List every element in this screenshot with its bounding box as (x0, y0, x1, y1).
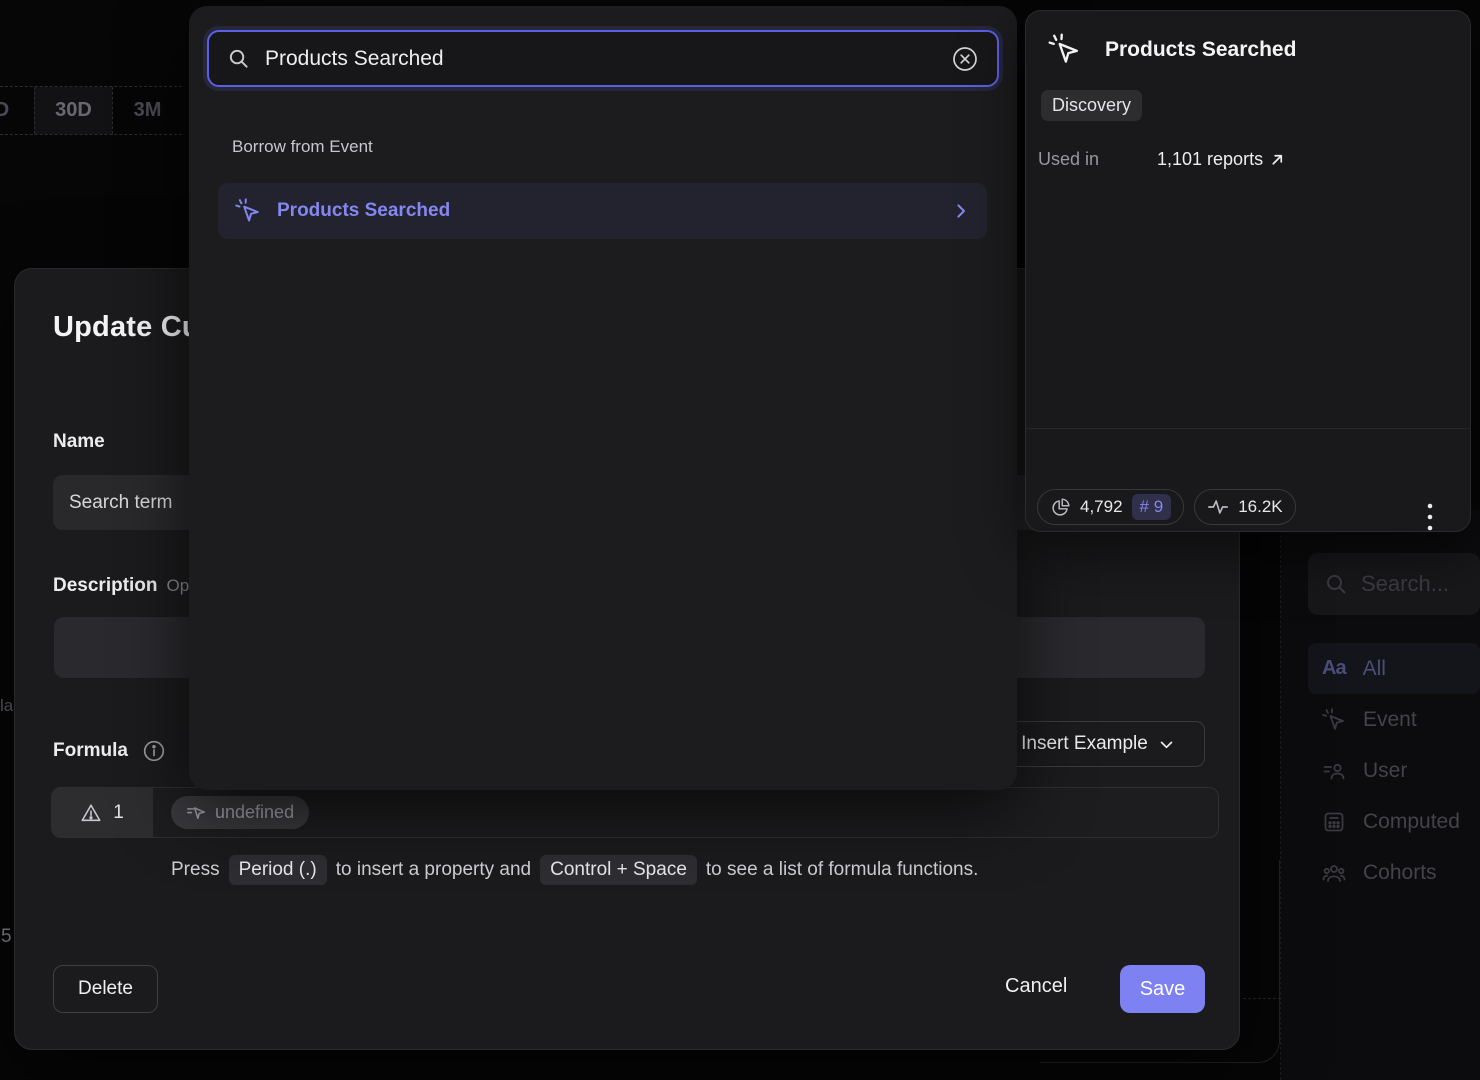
event-search-input[interactable] (265, 47, 936, 71)
hint-prefix: Press (171, 859, 220, 881)
formula-label: Formula (53, 740, 128, 762)
chevron-right-icon (952, 202, 970, 220)
event-icon (235, 198, 261, 224)
sidebar-item-user[interactable]: User (1308, 745, 1480, 796)
query-count-value: 4,792 (1080, 497, 1123, 517)
sidebar-item-label: Computed (1363, 810, 1460, 834)
formula-label-row: Formula (53, 739, 166, 763)
formula-input-row: 1 undefined (51, 787, 1219, 838)
hint-suffix: to see a list of formula functions. (706, 859, 978, 881)
event-result-row[interactable]: Products Searched (218, 183, 987, 239)
search-icon (1324, 572, 1348, 596)
category-badge: Discovery (1041, 90, 1142, 121)
rank-badge: # 9 (1132, 494, 1172, 520)
sidebar-item-cohorts[interactable]: Cohorts (1308, 847, 1480, 898)
formula-field[interactable]: undefined (153, 787, 1219, 838)
event-search-dropdown: Borrow from Event Products Searched (189, 6, 1017, 790)
volume-pill[interactable]: 16.2K (1194, 489, 1295, 525)
property-type-sidebar: Search... Aa All Event User (1281, 510, 1480, 1080)
formula-token-label: undefined (215, 802, 294, 823)
borrow-from-event-header: Borrow from Event (232, 137, 373, 157)
sidebar-item-event[interactable]: Event (1308, 694, 1480, 745)
clear-icon (951, 45, 979, 73)
aa-icon: Aa (1322, 657, 1346, 680)
description-label: Description (53, 575, 158, 597)
hint-middle: to insert a property and (336, 859, 531, 881)
formula-error-count: 1 (113, 802, 124, 824)
sidebar-filter-list: Aa All Event User (1308, 643, 1480, 898)
event-icon (1048, 33, 1081, 66)
background-axis-fragment: 5 (1, 926, 12, 948)
sidebar-item-label: Cohorts (1363, 861, 1437, 885)
search-icon (227, 47, 250, 70)
sidebar-item-label: Event (1363, 708, 1417, 732)
cohorts-icon (1322, 861, 1346, 885)
sidebar-item-computed[interactable]: Computed (1308, 796, 1480, 847)
background-gridline (1243, 998, 1281, 999)
event-result-label: Products Searched (277, 200, 936, 222)
event-card-title: Products Searched (1105, 38, 1296, 62)
name-label: Name (53, 431, 105, 453)
formula-hint: Press Period (.) to insert a property an… (171, 855, 978, 885)
sidebar-item-all[interactable]: Aa All (1308, 643, 1480, 694)
used-in-row: Used in 1,101 reports (1038, 149, 1285, 170)
modal-title: Update Cu (53, 311, 200, 344)
event-card-header: Products Searched (1048, 33, 1296, 66)
time-range-selector: D 30D 3M (0, 86, 182, 135)
warning-icon (80, 802, 102, 824)
formula-token-chip[interactable]: undefined (171, 796, 309, 829)
sidebar-item-label: User (1363, 759, 1407, 783)
chevron-down-icon (1158, 736, 1175, 753)
more-options-button[interactable] (1422, 497, 1438, 537)
time-range-30d[interactable]: 30D (34, 87, 112, 134)
event-icon (1322, 708, 1346, 732)
activity-icon (1207, 496, 1229, 518)
insert-example-button[interactable]: Insert Example (991, 721, 1205, 767)
user-icon (1322, 759, 1346, 783)
external-link-icon (1270, 152, 1285, 167)
time-range-3m[interactable]: 3M (112, 87, 182, 134)
insert-example-label: Insert Example (1021, 733, 1148, 755)
used-in-label: Used in (1038, 149, 1157, 170)
event-search-box (207, 30, 999, 87)
computed-icon (1322, 810, 1346, 834)
query-count-pill[interactable]: 4,792 # 9 (1037, 489, 1184, 525)
cancel-button[interactable]: Cancel (1005, 975, 1067, 998)
used-in-reports-link[interactable]: 1,101 reports (1157, 149, 1285, 170)
pie-chart-icon (1050, 497, 1071, 518)
clear-search-button[interactable] (951, 45, 979, 73)
info-icon[interactable] (142, 739, 166, 763)
kebab-icon (1426, 501, 1434, 533)
kbd-period: Period (.) (229, 855, 327, 885)
sidebar-item-label: All (1363, 657, 1386, 681)
volume-value: 16.2K (1238, 497, 1282, 517)
used-in-value: 1,101 reports (1157, 149, 1263, 170)
sidebar-search-input[interactable]: Search... (1308, 553, 1480, 615)
event-stats: 4,792 # 9 16.2K (1037, 489, 1296, 525)
app-screen: D 30D 3M lay 5 Search... Aa All Event (0, 0, 1480, 1080)
formula-error-badge: 1 (51, 787, 153, 838)
background-text-fragment: lay (0, 696, 13, 716)
event-detail-card: Products Searched Discovery Used in 1,10… (1025, 10, 1471, 532)
delete-button[interactable]: Delete (53, 965, 158, 1013)
event-card-footer: 4,792 # 9 16.2K (1026, 428, 1470, 533)
kbd-control-space: Control + Space (540, 855, 697, 885)
sidebar-search-placeholder: Search... (1361, 571, 1449, 597)
custom-event-icon (186, 803, 206, 823)
save-button[interactable]: Save (1120, 965, 1205, 1013)
time-range-7d[interactable]: D (0, 87, 34, 134)
